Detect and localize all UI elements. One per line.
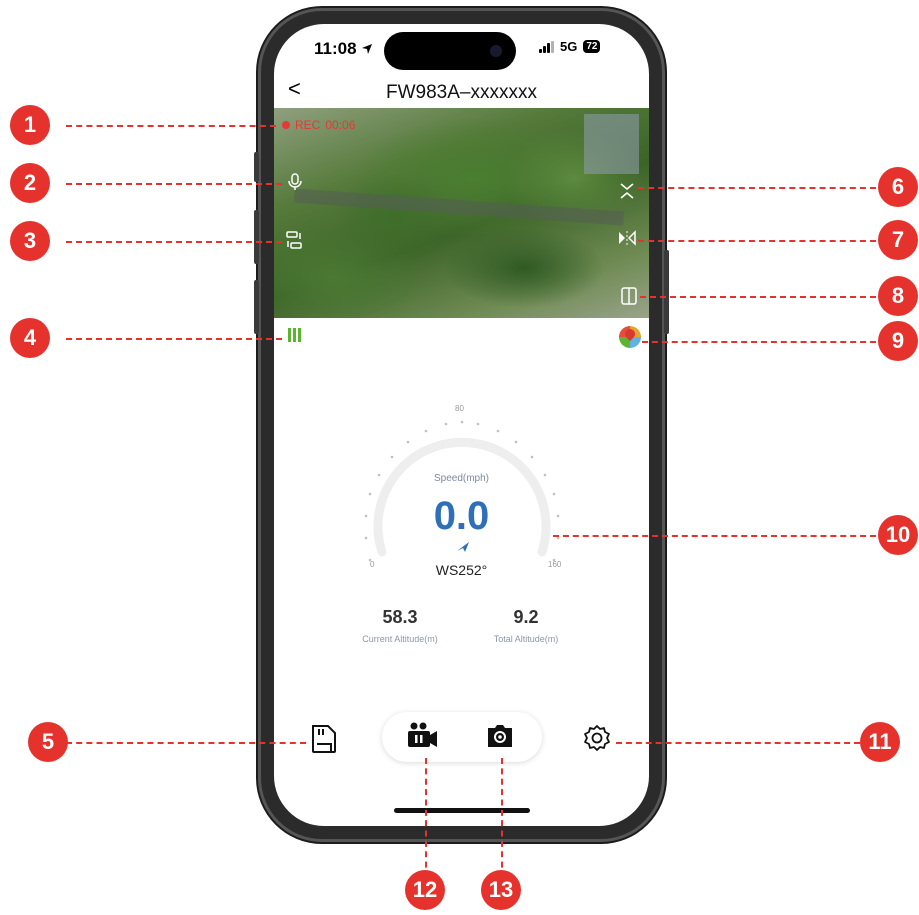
volume-up-button	[254, 210, 259, 264]
home-indicator	[394, 808, 530, 813]
battery-icon: 72	[583, 40, 601, 53]
rec-dot-icon	[282, 121, 290, 129]
dynamic-island	[384, 32, 516, 70]
callout-line-10	[553, 535, 876, 537]
map-icon[interactable]	[619, 326, 641, 348]
sd-card-icon[interactable]	[310, 724, 338, 754]
callout-5: 5	[28, 722, 68, 762]
camera-live-view[interactable]: REC 00:06	[274, 108, 649, 318]
current-altitude-label: Current Altitude(m)	[362, 634, 438, 644]
microphone-icon[interactable]	[285, 172, 305, 192]
callout-1: 1	[10, 105, 50, 145]
status-time: 11:08	[314, 39, 373, 59]
rec-time: 00:06	[325, 118, 356, 132]
callout-line-12	[425, 758, 427, 878]
callout-line-9	[642, 341, 876, 343]
total-altitude-label: Total Altitude(m)	[493, 634, 559, 644]
settings-gear-icon[interactable]	[583, 724, 611, 752]
front-camera	[490, 45, 502, 57]
volume-down-button	[254, 280, 259, 334]
collapse-view-icon[interactable]	[618, 182, 636, 200]
callout-line-3	[66, 241, 282, 243]
location-arrow-icon	[362, 44, 373, 54]
callout-line-8	[640, 296, 876, 298]
building-image	[584, 114, 639, 174]
phone-screen: 11:08 5G 72 < FW983A–xxxxxxx REC 00:06 0…	[274, 24, 649, 826]
heading-arrow-icon	[457, 542, 469, 552]
callout-line-5	[66, 742, 306, 744]
callout-9: 9	[878, 321, 918, 361]
network-type: 5G	[560, 39, 578, 54]
speed-value: 0.0	[433, 494, 490, 538]
heading-value: WS252°	[435, 562, 488, 578]
callout-13: 13	[481, 870, 521, 910]
rec-indicator: REC 00:06	[282, 118, 355, 132]
rec-label: REC	[295, 118, 321, 132]
callout-line-13	[501, 758, 503, 878]
callout-line-4	[66, 338, 282, 340]
power-button	[664, 250, 669, 334]
callout-4: 4	[10, 318, 50, 358]
road-image	[293, 188, 625, 226]
callout-line-7	[638, 240, 876, 242]
cell-signal-icon	[539, 40, 554, 53]
current-altitude-value: 58.3	[382, 607, 418, 627]
status-indicators: 5G 72	[539, 39, 601, 54]
callout-10: 10	[878, 515, 918, 555]
callout-line-6	[638, 187, 876, 189]
mirror-flip-icon[interactable]	[617, 230, 637, 246]
callout-3: 3	[10, 221, 50, 261]
callout-line-1	[66, 125, 276, 127]
callout-8: 8	[878, 276, 918, 316]
speed-unit-label: Speed(mph)	[433, 473, 490, 484]
callout-line-11	[616, 742, 860, 744]
callout-11: 11	[860, 722, 900, 762]
callout-line-2	[66, 183, 282, 185]
switch-lens-icon[interactable]	[283, 229, 305, 251]
total-altitude-value: 9.2	[513, 607, 539, 627]
camera-snapshot-icon[interactable]	[485, 722, 515, 750]
action-button	[254, 152, 259, 182]
callout-7: 7	[878, 220, 918, 260]
callout-2: 2	[10, 163, 50, 203]
callout-12: 12	[405, 870, 445, 910]
fullscreen-rotate-icon[interactable]	[619, 286, 639, 306]
map-pin-icon	[622, 326, 638, 342]
callout-6: 6	[878, 167, 918, 207]
page-title: FW983A–xxxxxxx	[386, 82, 537, 103]
video-record-icon[interactable]	[405, 721, 439, 751]
signal-strength-icon	[288, 328, 301, 342]
gauge-tick-mid: 80	[455, 404, 464, 413]
